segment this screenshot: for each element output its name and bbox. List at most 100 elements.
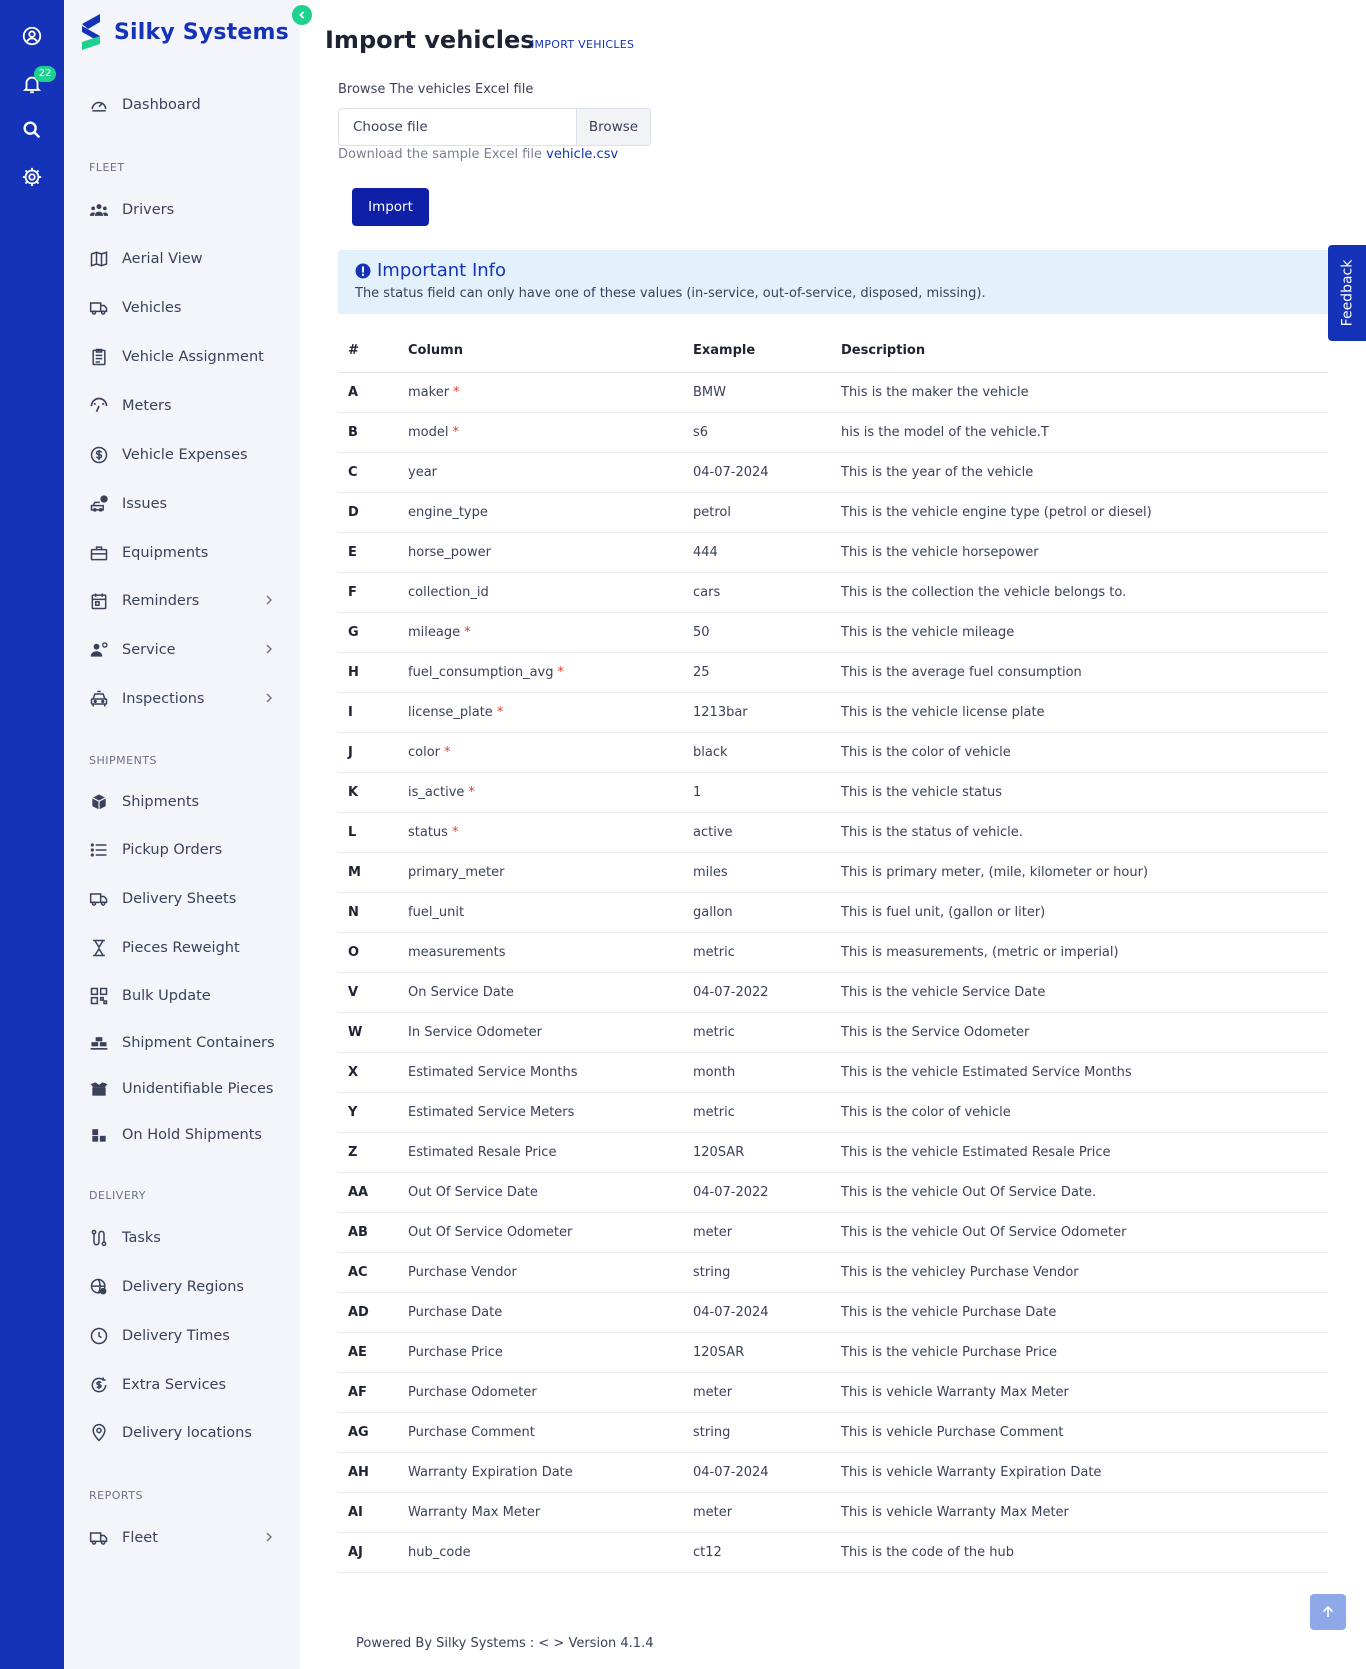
cell-column: hub_code	[408, 1545, 471, 1560]
sample-file-link[interactable]: vehicle.csv	[546, 147, 618, 162]
cell-column-text: mileage	[408, 625, 461, 640]
brand[interactable]: Silky Systems	[78, 12, 289, 52]
cell-example-text: 04-07-2022	[693, 1185, 769, 1200]
cell-example-text: 120SAR	[693, 1345, 745, 1360]
cell-id-text: E	[348, 545, 357, 560]
cell-id-text: K	[348, 785, 359, 800]
sidebar-item-fleet-report[interactable]: Fleet	[64, 1522, 300, 1554]
cell-description: This is the vehicle Purchase Price	[841, 1345, 1057, 1360]
cell-column-text: status	[408, 825, 448, 840]
cell-example: 120SAR	[693, 1145, 744, 1160]
cell-id: F	[348, 585, 357, 600]
dashboard-gauge-icon	[88, 94, 110, 116]
search-icon[interactable]	[16, 114, 48, 146]
sidebar-item-inspections[interactable]: Inspections	[64, 683, 300, 715]
sidebar-item-meters[interactable]: Meters	[64, 390, 300, 422]
cell-column: Out Of Service Odometer	[408, 1225, 572, 1240]
cell-id: AB	[348, 1225, 368, 1240]
cell-description: This is the color of vehicle	[841, 745, 1011, 760]
sidebar-item-tasks[interactable]: Tasks	[64, 1222, 300, 1254]
sidebar-item-pickup-orders[interactable]: Pickup Orders	[64, 834, 300, 866]
cell-column: fuel_unit	[408, 905, 464, 920]
cell-column-text: Purchase Comment	[408, 1425, 535, 1440]
header-column: Column	[408, 343, 463, 358]
cell-description: This is the average fuel consumption	[841, 665, 1082, 680]
cell-description: This is the vehicle mileage	[841, 625, 1014, 640]
sidebar-item-on-hold-shipments[interactable]: On Hold Shipments	[64, 1119, 300, 1151]
cell-description: This is the vehicle status	[841, 785, 1002, 800]
file-input[interactable]: Choose file Browse	[338, 108, 651, 146]
cell-example: 04-07-2024	[693, 1465, 769, 1480]
cell-example: string	[693, 1265, 730, 1280]
cell-description: This is the year of the vehicle	[841, 465, 1033, 480]
sidebar-item-pieces-reweight[interactable]: Pieces Reweight	[64, 932, 300, 964]
cell-description: This is the vehicle Service Date	[841, 985, 1045, 1000]
cell-description-text: This is the code of the hub	[841, 1545, 1015, 1560]
gear-icon[interactable]	[16, 161, 48, 193]
cell-id-text: Y	[348, 1105, 358, 1120]
cell-id-text: H	[348, 665, 359, 680]
cell-id: L	[348, 825, 356, 840]
scroll-to-top-button[interactable]	[1310, 1594, 1346, 1630]
cell-id: Y	[348, 1105, 357, 1120]
cell-column: model *	[408, 425, 459, 440]
sidebar-item-delivery-locations[interactable]: Delivery locations	[64, 1417, 300, 1449]
sidebar-item-delivery-times[interactable]: Delivery Times	[64, 1320, 300, 1352]
table-row: Jcolor * black This is the color of vehicle	[338, 733, 1328, 773]
sidebar-item-issues[interactable]: Issues	[64, 488, 300, 520]
cell-id: B	[348, 425, 358, 440]
required-marker: *	[444, 745, 451, 760]
mechanic-icon	[88, 639, 110, 661]
sidebar-item-shipment-containers[interactable]: Shipment Containers	[64, 1027, 300, 1059]
sidebar-item-aerial-view[interactable]: Aerial View	[64, 243, 300, 275]
sidebar-item-unidentifiable-pieces[interactable]: Unidentifiable Pieces	[64, 1073, 300, 1105]
file-input-placeholder[interactable]: Choose file	[339, 109, 576, 145]
page-title: Import vehicles	[325, 26, 535, 54]
cell-column: Purchase Price	[408, 1345, 503, 1360]
required-marker: *	[451, 825, 459, 840]
cell-id: AE	[348, 1345, 367, 1360]
profile-icon[interactable]	[16, 20, 48, 52]
sidebar-item-bulk-update[interactable]: Bulk Update	[64, 980, 300, 1012]
feedback-tab[interactable]: Feedback	[1328, 245, 1366, 341]
sidebar-item-extra-services[interactable]: Extra Services	[64, 1369, 300, 1401]
cell-id-text: X	[348, 1065, 359, 1080]
import-button[interactable]: Import	[352, 188, 429, 226]
sidebar-item-vehicle-assignment[interactable]: Vehicle Assignment	[64, 341, 300, 373]
cell-example: cars	[693, 585, 720, 600]
cell-example: petrol	[693, 505, 731, 520]
sidebar-item-service[interactable]: Service	[64, 634, 300, 666]
chevron-right-icon	[266, 595, 272, 605]
sidebar-item-reminders[interactable]: Reminders	[64, 585, 300, 617]
sidebar-item-delivery-sheets[interactable]: Delivery Sheets	[64, 883, 300, 915]
boxes-stack-icon	[88, 1124, 110, 1146]
cell-example: 25	[693, 665, 710, 680]
exclamation-circle-icon	[355, 263, 371, 278]
sidebar-item-vehicle-expenses[interactable]: Vehicle Expenses	[64, 439, 300, 471]
table-row: AA Out Of Service Date 04-07-2022 This is t…	[338, 1173, 1328, 1213]
sidebar-item-drivers[interactable]: Drivers	[64, 194, 300, 226]
sidebar-item-shipments[interactable]: Shipments	[64, 786, 300, 818]
sidebar-item-vehicles[interactable]: Vehicles	[64, 292, 300, 324]
cell-id: M	[348, 865, 361, 880]
cell-description: This is the vehicle Estimated Resale Pri…	[841, 1145, 1111, 1160]
cell-id-text: B	[348, 425, 358, 440]
required-marker: *	[468, 785, 475, 800]
cell-id-text: AJ	[348, 1545, 363, 1560]
browse-button[interactable]: Browse	[576, 109, 650, 145]
cell-column: status *	[408, 825, 458, 840]
cell-example-text: string	[693, 1265, 731, 1280]
cell-example: black	[693, 745, 728, 760]
sidebar-item-delivery-regions[interactable]: Delivery Regions	[64, 1271, 300, 1303]
breadcrumb[interactable]: IMPORT VEHICLES	[531, 38, 634, 51]
cell-description: This is the Service Odometer	[841, 1025, 1029, 1040]
cell-description-text: This is the vehicle Out Of Service Odome…	[841, 1225, 1127, 1240]
cell-column: mileage *	[408, 625, 471, 640]
columns-table: # Column Example Description Amaker * BMW T…	[338, 329, 1328, 1573]
cell-id: AC	[348, 1265, 368, 1280]
cell-column: Purchase Comment	[408, 1425, 535, 1440]
sidebar-item-equipments[interactable]: Equipments	[64, 537, 300, 569]
cell-description: This is the code of the hub	[841, 1545, 1014, 1560]
cell-column-text: Purchase Price	[408, 1345, 503, 1360]
sidebar-item-dashboard[interactable]: Dashboard	[64, 89, 300, 121]
